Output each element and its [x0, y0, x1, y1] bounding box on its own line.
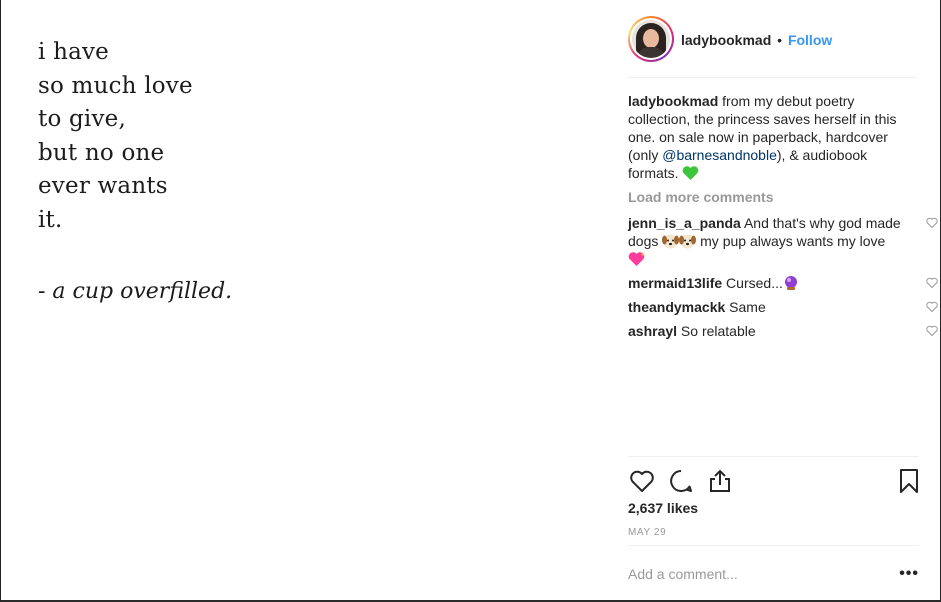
comment-text: Same	[725, 299, 766, 315]
post-sidebar: ladybookmad • Follow ladybookmad from my…	[607, 0, 940, 600]
add-comment-area: •••	[628, 545, 919, 600]
post-image[interactable]: i have so much love to give, but no one …	[1, 0, 606, 600]
dog-face-icon	[679, 234, 697, 249]
comment-item: mermaid13life Cursed...	[628, 274, 938, 292]
poem-line: it.	[38, 206, 63, 233]
follow-button[interactable]: Follow	[788, 32, 832, 48]
sparkling-heart-icon	[628, 252, 646, 266]
poem-line: so much love	[38, 72, 193, 99]
crystal-ball-icon	[784, 276, 797, 290]
comment-item: theandymackk Same	[628, 298, 938, 316]
separator-dot: •	[777, 32, 783, 48]
comment-item: ashrayl So relatable	[628, 322, 938, 340]
caption: ladybookmad from my debut poetry collect…	[628, 92, 918, 182]
mention-link[interactable]: @barnesandnoble	[662, 147, 777, 163]
like-comment-heart-icon[interactable]	[926, 277, 938, 288]
comment-username-link[interactable]: jenn_is_a_panda	[628, 215, 741, 231]
comment-username-link[interactable]: theandymackk	[628, 299, 725, 315]
comment-username-link[interactable]: ashrayl	[628, 323, 677, 339]
poem-line: i have	[38, 39, 109, 65]
likes-count[interactable]: 2,637 likes	[628, 500, 698, 516]
like-comment-heart-icon[interactable]	[926, 301, 938, 312]
load-more-comments-button[interactable]: Load more comments	[628, 188, 918, 206]
more-options-button[interactable]: •••	[899, 565, 919, 583]
comment-bubble-icon[interactable]	[667, 467, 695, 495]
avatar[interactable]	[628, 16, 674, 62]
add-comment-input[interactable]	[628, 566, 878, 582]
post-date: MAY 29	[628, 527, 667, 538]
share-icon[interactable]	[706, 467, 734, 495]
like-comment-heart-icon[interactable]	[926, 325, 938, 336]
header-username-link[interactable]: ladybookmad	[681, 32, 771, 48]
poem-line: ever wants	[38, 173, 168, 200]
action-bar	[628, 456, 919, 506]
poem-signature: - a cup overfilled.	[38, 279, 233, 304]
caption-username-link[interactable]: ladybookmad	[628, 93, 718, 109]
comment-username-link[interactable]: mermaid13life	[628, 275, 722, 291]
poem-line: but no one	[38, 139, 165, 166]
poem-text: i have so much love to give, but no one …	[38, 36, 193, 238]
comment-text: So relatable	[677, 323, 756, 339]
dog-face-icon	[662, 234, 680, 249]
comment-text: Cursed...	[722, 275, 783, 291]
post-header: ladybookmad • Follow	[628, 16, 916, 78]
comment-item: jenn_is_a_panda And that's why god made …	[628, 214, 938, 268]
comment-text-2: my pup always wants my love	[696, 233, 886, 249]
comments-list: ladybookmad from my debut poetry collect…	[628, 92, 938, 346]
green-heart-icon	[683, 166, 699, 180]
like-heart-icon[interactable]	[628, 467, 656, 495]
poem-line: to give,	[38, 106, 126, 133]
like-comment-heart-icon[interactable]	[926, 217, 938, 228]
bookmark-icon[interactable]	[895, 467, 923, 495]
